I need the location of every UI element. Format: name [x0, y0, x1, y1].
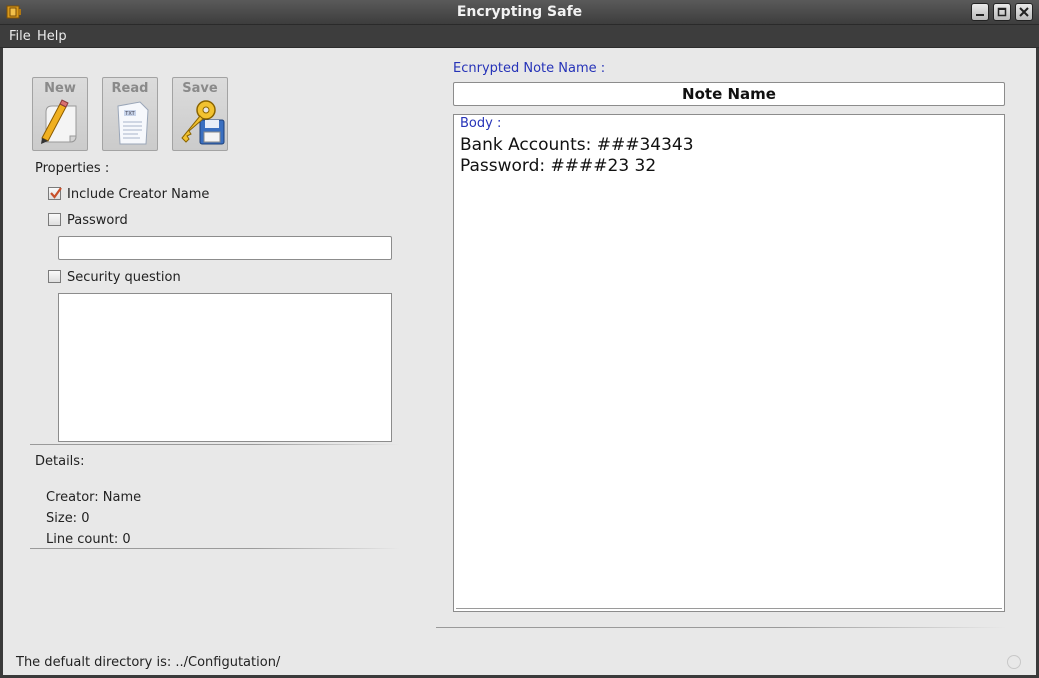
detail-creator: Creator: Name	[46, 490, 142, 505]
main-panel: New Read TXT Save Properties : Include C…	[3, 48, 1036, 675]
new-button[interactable]: New	[32, 77, 88, 151]
checkmark-icon	[50, 187, 62, 199]
busy-indicator-icon	[1007, 655, 1021, 669]
details-divider	[30, 548, 400, 549]
save-button-label: Save	[182, 81, 218, 96]
window-title: Encrypting Safe	[456, 4, 583, 20]
details-heading: Details:	[35, 454, 85, 469]
note-name-field[interactable]: Note Name	[453, 82, 1005, 106]
note-body-text[interactable]: Bank Accounts: ###34343 Password: ####23…	[460, 135, 694, 177]
text-file-icon: TXT	[117, 101, 149, 145]
new-note-icon	[41, 99, 77, 144]
status-text: The defualt directory is: ../Configutati…	[16, 655, 281, 670]
properties-heading: Properties :	[35, 161, 110, 176]
security-question-checkbox[interactable]	[48, 270, 61, 283]
properties-divider	[30, 444, 400, 445]
read-button[interactable]: Read TXT	[102, 77, 158, 151]
security-question-label[interactable]: Security question	[67, 270, 181, 285]
maximize-icon	[997, 7, 1007, 17]
maximize-button[interactable]	[993, 3, 1011, 21]
menu-help[interactable]: Help	[37, 29, 67, 44]
new-button-label: New	[44, 81, 76, 96]
menu-bar: File Help	[0, 25, 1039, 48]
close-button[interactable]	[1015, 3, 1033, 21]
editor-divider	[436, 627, 1006, 628]
detail-size: Size: 0	[46, 511, 90, 526]
key-save-icon	[181, 100, 225, 145]
include-creator-checkbox[interactable]	[48, 187, 62, 200]
svg-text:TXT: TXT	[124, 111, 135, 117]
note-body-editor[interactable]: Body : Bank Accounts: ###34343 Password:…	[453, 114, 1005, 612]
minimize-icon	[976, 14, 984, 16]
body-label: Body :	[460, 116, 502, 131]
body-scroll-edge	[456, 608, 1002, 609]
detail-line-count: Line count: 0	[46, 532, 131, 547]
note-name-label: Ecnrypted Note Name :	[453, 61, 606, 76]
minimize-button[interactable]	[971, 3, 989, 21]
menu-file[interactable]: File	[9, 29, 31, 44]
save-button[interactable]: Save	[172, 77, 228, 151]
title-bar: Encrypting Safe	[0, 0, 1039, 25]
password-label[interactable]: Password	[67, 213, 128, 228]
close-icon	[1019, 7, 1029, 17]
password-checkbox[interactable]	[48, 213, 61, 226]
read-button-label: Read	[111, 81, 149, 96]
security-question-textarea[interactable]	[58, 293, 392, 442]
include-creator-label[interactable]: Include Creator Name	[67, 187, 209, 202]
password-input[interactable]	[58, 236, 392, 260]
